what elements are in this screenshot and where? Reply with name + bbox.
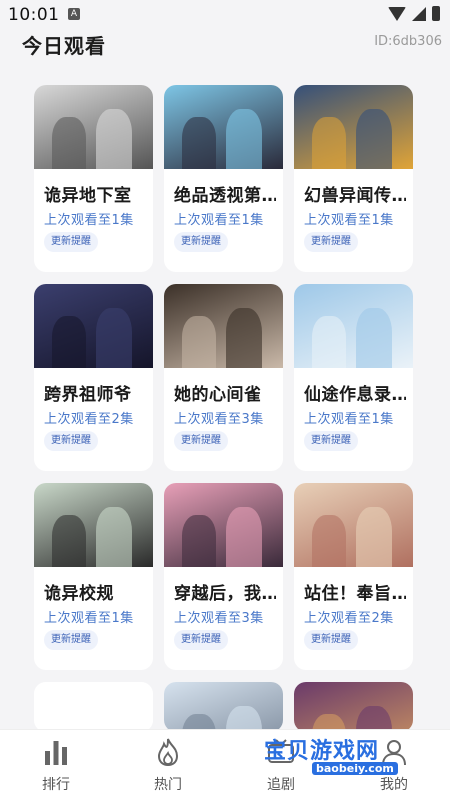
- comic-card[interactable]: 站住！奉旨… 上次观看至2集 更新提醒: [294, 483, 413, 670]
- flame-icon: [157, 738, 179, 767]
- comic-title: 诡异地下室: [44, 186, 132, 206]
- comic-cover[interactable]: [294, 483, 413, 567]
- update-remind-button[interactable]: 更新提醒: [174, 630, 228, 650]
- tab-label: 热门: [154, 777, 182, 793]
- page-title: 今日观看: [22, 34, 106, 58]
- comic-title: 跨界祖师爷: [44, 385, 132, 405]
- battery-icon: [432, 6, 440, 21]
- comic-cover[interactable]: [34, 682, 153, 732]
- comic-title: 绝品透视第…: [174, 186, 276, 206]
- header: 今日观看 ID:6db306: [0, 30, 450, 58]
- update-remind-button[interactable]: 更新提醒: [174, 431, 228, 451]
- update-remind-button[interactable]: 更新提醒: [304, 232, 358, 252]
- comic-cover[interactable]: [164, 682, 283, 732]
- watch-progress: 上次观看至3集: [174, 611, 264, 626]
- status-bar: 10:01 A: [0, 0, 450, 30]
- tab-label: 排行: [42, 777, 70, 793]
- comic-title: 幻兽异闻传…: [304, 186, 406, 206]
- watch-progress: 上次观看至2集: [44, 412, 134, 427]
- watch-progress: 上次观看至2集: [304, 611, 394, 626]
- comic-cover[interactable]: [164, 483, 283, 567]
- comic-cover[interactable]: [294, 85, 413, 169]
- wifi-icon: [388, 6, 406, 21]
- comic-card[interactable]: 诡异校规 上次观看至1集 更新提醒: [34, 483, 153, 670]
- comic-cover[interactable]: [34, 85, 153, 169]
- comic-card[interactable]: 穿越后，我… 上次观看至3集 更新提醒: [164, 483, 283, 670]
- update-remind-button[interactable]: 更新提醒: [174, 232, 228, 252]
- comic-title: 站住！奉旨…: [304, 584, 406, 604]
- comic-cover[interactable]: [164, 284, 283, 368]
- comic-card[interactable]: 绝品透视第… 上次观看至1集 更新提醒: [164, 85, 283, 272]
- comic-card[interactable]: [164, 682, 283, 732]
- status-time: 10:01: [8, 5, 60, 25]
- comic-title: 诡异校规: [44, 584, 114, 604]
- notification-icon: A: [68, 8, 80, 20]
- user-id: ID:6db306: [374, 34, 442, 49]
- comic-cover[interactable]: [294, 284, 413, 368]
- comic-cover[interactable]: [34, 284, 153, 368]
- update-remind-button[interactable]: 更新提醒: [44, 232, 98, 252]
- comic-card[interactable]: 跨界祖师爷 上次观看至2集 更新提醒: [34, 284, 153, 471]
- comic-card[interactable]: 诡异地下室 上次观看至1集 更新提醒: [34, 85, 153, 272]
- comic-cover[interactable]: [294, 682, 413, 732]
- tab-hot[interactable]: 热门: [123, 730, 213, 801]
- comic-title: 她的心间雀: [174, 385, 262, 405]
- watch-progress: 上次观看至3集: [174, 412, 264, 427]
- update-remind-button[interactable]: 更新提醒: [44, 630, 98, 650]
- watch-progress: 上次观看至1集: [44, 213, 134, 228]
- watch-progress: 上次观看至1集: [174, 213, 264, 228]
- watch-progress: 上次观看至1集: [304, 412, 394, 427]
- comic-cover[interactable]: [34, 483, 153, 567]
- comic-card[interactable]: 她的心间雀 上次观看至3集 更新提醒: [164, 284, 283, 471]
- site-watermark: 宝贝游戏网 baobeiy.com: [262, 733, 412, 778]
- comic-card[interactable]: [294, 682, 413, 732]
- update-remind-button[interactable]: 更新提醒: [304, 431, 358, 451]
- watch-progress: 上次观看至1集: [304, 213, 394, 228]
- comic-card[interactable]: 幻兽异闻传… 上次观看至1集 更新提醒: [294, 85, 413, 272]
- comic-title: 仙途作息录…: [304, 385, 406, 405]
- comic-card[interactable]: 仙途作息录… 上次观看至1集 更新提醒: [294, 284, 413, 471]
- watermark-domain: baobeiy.com: [312, 762, 398, 775]
- bar-chart-icon: [45, 741, 67, 765]
- comic-title: 穿越后，我…: [174, 584, 276, 604]
- signal-icon: [412, 6, 426, 21]
- comic-cover[interactable]: [164, 85, 283, 169]
- tab-ranking[interactable]: 排行: [11, 730, 101, 801]
- comic-card[interactable]: [34, 682, 153, 732]
- watermark-text: 宝贝游戏网: [264, 739, 380, 764]
- update-remind-button[interactable]: 更新提醒: [44, 431, 98, 451]
- update-remind-button[interactable]: 更新提醒: [304, 630, 358, 650]
- status-indicators: [388, 6, 440, 21]
- watch-progress: 上次观看至1集: [44, 611, 134, 626]
